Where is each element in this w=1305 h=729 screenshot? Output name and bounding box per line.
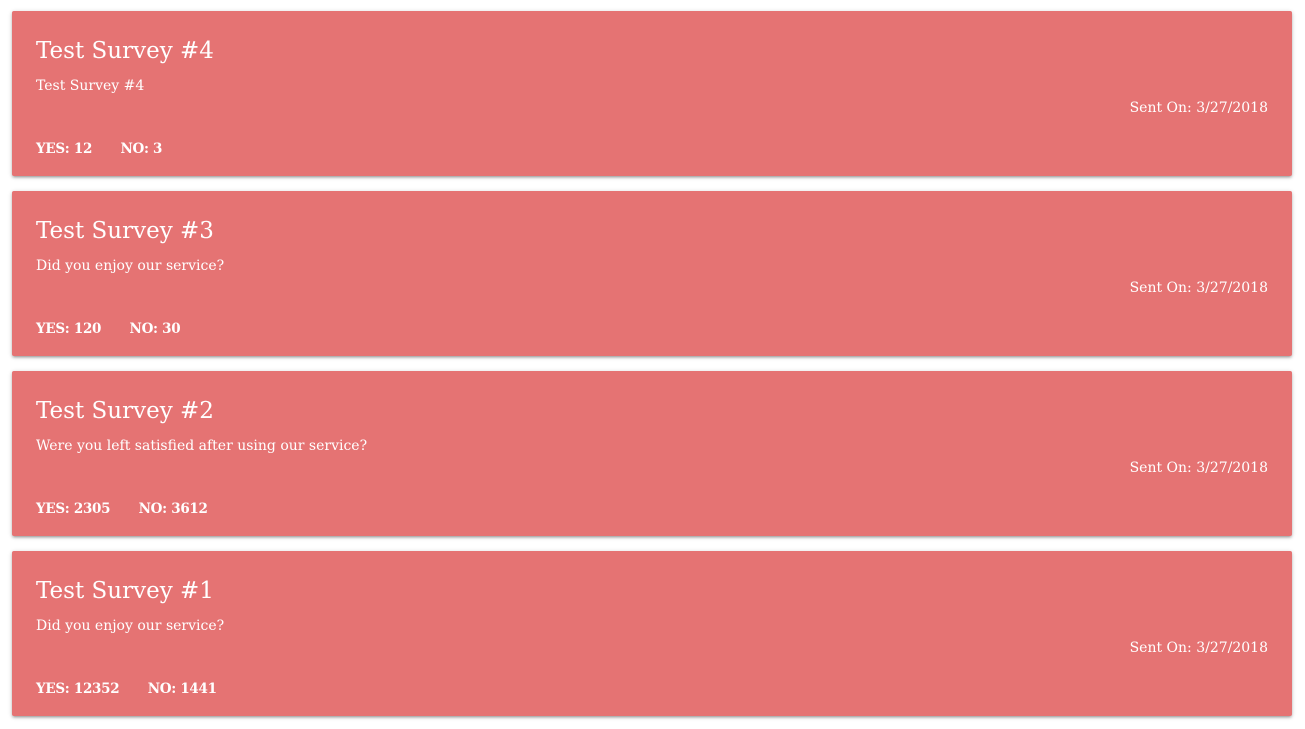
survey-title: Test Survey #3 [36,218,214,244]
yes-count: YES: 2305 [36,501,111,517]
survey-card: Test Survey #4 Test Survey #4 Sent On: 3… [12,11,1292,176]
yes-count: YES: 120 [36,321,102,337]
survey-sent-date: Sent On: 3/27/2018 [1129,460,1268,476]
survey-sent-date: Sent On: 3/27/2018 [1129,640,1268,656]
no-count: NO: 3612 [138,501,208,517]
survey-card-actions: YES: 120 NO: 30 [36,319,204,339]
survey-body: Did you enjoy our service? [36,258,225,274]
survey-card: Test Survey #1 Did you enjoy our service… [12,551,1292,716]
survey-card-actions: YES: 2305 NO: 3612 [36,499,232,519]
survey-body: Test Survey #4 [36,78,145,94]
survey-title: Test Survey #1 [36,578,214,604]
survey-list: Test Survey #4 Test Survey #4 Sent On: 3… [0,0,1305,716]
survey-body: Did you enjoy our service? [36,618,225,634]
survey-card: Test Survey #3 Did you enjoy our service… [12,191,1292,356]
survey-sent-date: Sent On: 3/27/2018 [1129,100,1268,116]
survey-sent-date: Sent On: 3/27/2018 [1129,280,1268,296]
yes-count: YES: 12352 [36,681,120,697]
yes-count: YES: 12 [36,141,93,157]
survey-card-actions: YES: 12352 NO: 1441 [36,679,241,699]
no-count: NO: 1441 [147,681,217,697]
survey-card: Test Survey #2 Were you left satisfied a… [12,371,1292,536]
no-count: NO: 30 [129,321,181,337]
survey-card-actions: YES: 12 NO: 3 [36,139,186,159]
no-count: NO: 3 [120,141,163,157]
survey-title: Test Survey #4 [36,38,214,64]
survey-title: Test Survey #2 [36,398,214,424]
survey-body: Were you left satisfied after using our … [36,438,368,454]
